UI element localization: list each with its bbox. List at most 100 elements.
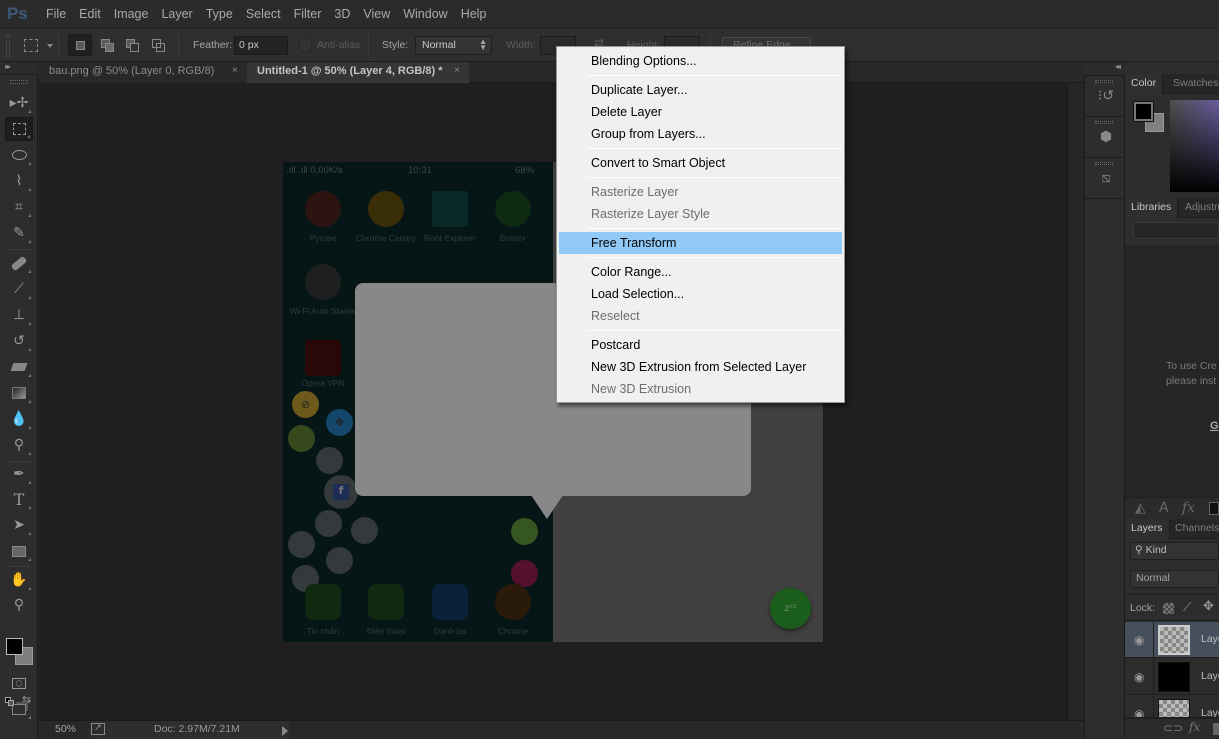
preset-dropdown-caret[interactable] (47, 44, 53, 48)
brush-tool[interactable]: ⟋ (5, 277, 33, 301)
menu-edit[interactable]: Edit (79, 7, 101, 21)
menu-3d[interactable]: 3D (334, 7, 350, 21)
menu-image[interactable]: Image (114, 7, 149, 21)
link-layers-icon[interactable]: ⊂⊃ (1163, 721, 1183, 735)
screen-mode-button[interactable] (5, 697, 33, 721)
add-to-selection-button[interactable] (95, 34, 119, 56)
history-brush-tool[interactable]: ↺ (5, 329, 33, 353)
clone-stamp-tool[interactable]: ⊥ (5, 303, 33, 327)
layer-style-fx-icon[interactable]: fx (1189, 720, 1200, 734)
menu-view[interactable]: View (363, 7, 390, 21)
3d-panel-button[interactable]: ⬢ (1085, 117, 1124, 158)
path-selection-tool[interactable]: ➤ (5, 513, 33, 537)
lasso-tool[interactable] (5, 143, 33, 167)
menu-item-load-selection[interactable]: Load Selection... (559, 283, 842, 305)
visibility-eye-icon[interactable]: ◉ (1134, 633, 1144, 647)
crop-tool[interactable]: ⌗ (5, 195, 33, 219)
lock-position-icon[interactable]: ✥ (1203, 599, 1214, 614)
menu-help[interactable]: Help (461, 7, 487, 21)
subtract-from-selection-button[interactable] (120, 34, 144, 56)
gradient-tool[interactable] (5, 381, 33, 405)
quick-mask-button[interactable] (5, 671, 33, 695)
marquee-preset-icon[interactable] (24, 39, 38, 52)
app-label: Opera VPN (301, 378, 345, 388)
toolbar-header: ▸▸ (0, 62, 38, 75)
color-panel-foreground[interactable] (1133, 101, 1154, 122)
menu-item-group-from-layers[interactable]: Group from Layers... (559, 123, 842, 145)
layer-filter-kind-select[interactable]: ⚲ Kind (1130, 542, 1219, 560)
menu-file[interactable]: File (46, 7, 66, 21)
menu-item-free-transform[interactable]: Free Transform (559, 232, 842, 254)
dodge-icon: ⚲ (13, 437, 25, 453)
layer-thumbnail (1158, 662, 1190, 692)
tab-channels[interactable]: Channels (1169, 519, 1219, 539)
add-character-style-icon[interactable]: A (1159, 500, 1169, 516)
menu-layer[interactable]: Layer (161, 7, 192, 21)
menu-select[interactable]: Select (246, 7, 281, 21)
rectangle-tool[interactable] (5, 539, 33, 563)
lock-pixels-brush-icon[interactable]: ⟋ (1183, 600, 1191, 615)
close-tab-icon[interactable]: × (454, 65, 460, 76)
menu-window[interactable]: Window (403, 7, 447, 21)
menu-type[interactable]: Type (206, 7, 233, 21)
spot-healing-tool[interactable] (5, 251, 33, 275)
tab-bau-png[interactable]: bau.png @ 50% (Layer 0, RGB/8) × (39, 62, 247, 83)
add-graphic-icon[interactable]: ◭ (1135, 500, 1146, 516)
close-tab-icon[interactable]: × (232, 65, 238, 76)
blend-mode-select[interactable]: Normal (1130, 570, 1219, 588)
add-color-icon[interactable] (1209, 502, 1219, 515)
layer-mask-icon[interactable] (1213, 723, 1219, 735)
share-icon[interactable]: ↗ (91, 723, 105, 735)
menu-item-blending-options[interactable]: Blending Options... (559, 50, 842, 72)
visibility-eye-icon[interactable]: ◉ (1134, 670, 1144, 684)
toolbar-grip[interactable] (10, 80, 28, 84)
tab-untitled-1[interactable]: Untitled-1 @ 50% (Layer 4, RGB/8) * × (247, 62, 469, 83)
menu-filter[interactable]: Filter (294, 7, 322, 21)
layer-row[interactable]: ◉ Laye (1125, 659, 1219, 695)
status-menu-arrow-icon[interactable] (282, 726, 288, 736)
antialias-checkbox[interactable] (299, 38, 312, 52)
history-panel-button[interactable]: ⁝↺ (1085, 76, 1124, 117)
tab-libraries[interactable]: Libraries (1125, 198, 1179, 218)
menu-item-postcard[interactable]: Postcard (559, 334, 842, 356)
quick-selection-tool[interactable]: ⌇ (5, 169, 33, 193)
type-tool[interactable]: T (5, 487, 33, 511)
lock-transparency-icon[interactable] (1163, 603, 1174, 614)
blur-tool[interactable]: 💧 (5, 407, 33, 431)
expand-toolbar-icon[interactable]: ▸▸ (5, 62, 11, 71)
tab-swatches[interactable]: Swatches (1167, 74, 1219, 94)
library-link[interactable]: G (1210, 420, 1219, 432)
layer-row[interactable]: ◉ Laye (1125, 622, 1219, 658)
eyedropper-tool[interactable]: ✎ (5, 221, 33, 245)
visibility-eye-icon[interactable]: ◉ (1134, 707, 1144, 717)
hand-tool[interactable]: ✋ (5, 568, 33, 592)
menu-item-convert-smart-object[interactable]: Convert to Smart Object (559, 152, 842, 174)
color-spectrum-field[interactable] (1170, 100, 1219, 192)
new-selection-button[interactable] (68, 34, 92, 56)
rectangular-marquee-tool[interactable] (5, 117, 33, 141)
intersect-selection-button[interactable] (146, 34, 170, 56)
library-select[interactable] (1133, 222, 1219, 239)
pen-tool[interactable]: ✒ (5, 462, 33, 486)
menu-item-duplicate-layer[interactable]: Duplicate Layer... (559, 79, 842, 101)
tab-adjustments[interactable]: Adjustm (1179, 198, 1219, 218)
tab-color[interactable]: Color (1125, 74, 1164, 94)
foreground-color-swatch[interactable] (6, 638, 23, 655)
properties-panel-button[interactable]: ⧅ (1085, 158, 1124, 199)
zoom-tool[interactable]: ⚲ (5, 593, 33, 617)
options-bar-grip[interactable] (6, 35, 10, 57)
feather-input[interactable]: 0 px (234, 36, 288, 55)
collapse-dock-icon[interactable]: ◂◂ (1115, 62, 1121, 71)
canvas-vertical-scrollbar[interactable] (1067, 83, 1083, 720)
tab-layers[interactable]: Layers (1125, 519, 1170, 539)
zoom-level[interactable]: 50% (55, 723, 76, 735)
style-select[interactable]: Normal ▲ ▼ (415, 36, 492, 55)
layer-row[interactable]: ◉ Laye (1125, 696, 1219, 718)
eraser-tool[interactable] (5, 355, 33, 379)
menu-item-color-range[interactable]: Color Range... (559, 261, 842, 283)
menu-item-delete-layer[interactable]: Delete Layer (559, 101, 842, 123)
move-tool[interactable]: ▸✢ (5, 91, 33, 115)
add-layer-style-icon[interactable]: fx (1182, 500, 1195, 516)
dodge-tool[interactable]: ⚲ (5, 433, 33, 457)
menu-item-new-3d-extrusion-selected[interactable]: New 3D Extrusion from Selected Layer (559, 356, 842, 378)
